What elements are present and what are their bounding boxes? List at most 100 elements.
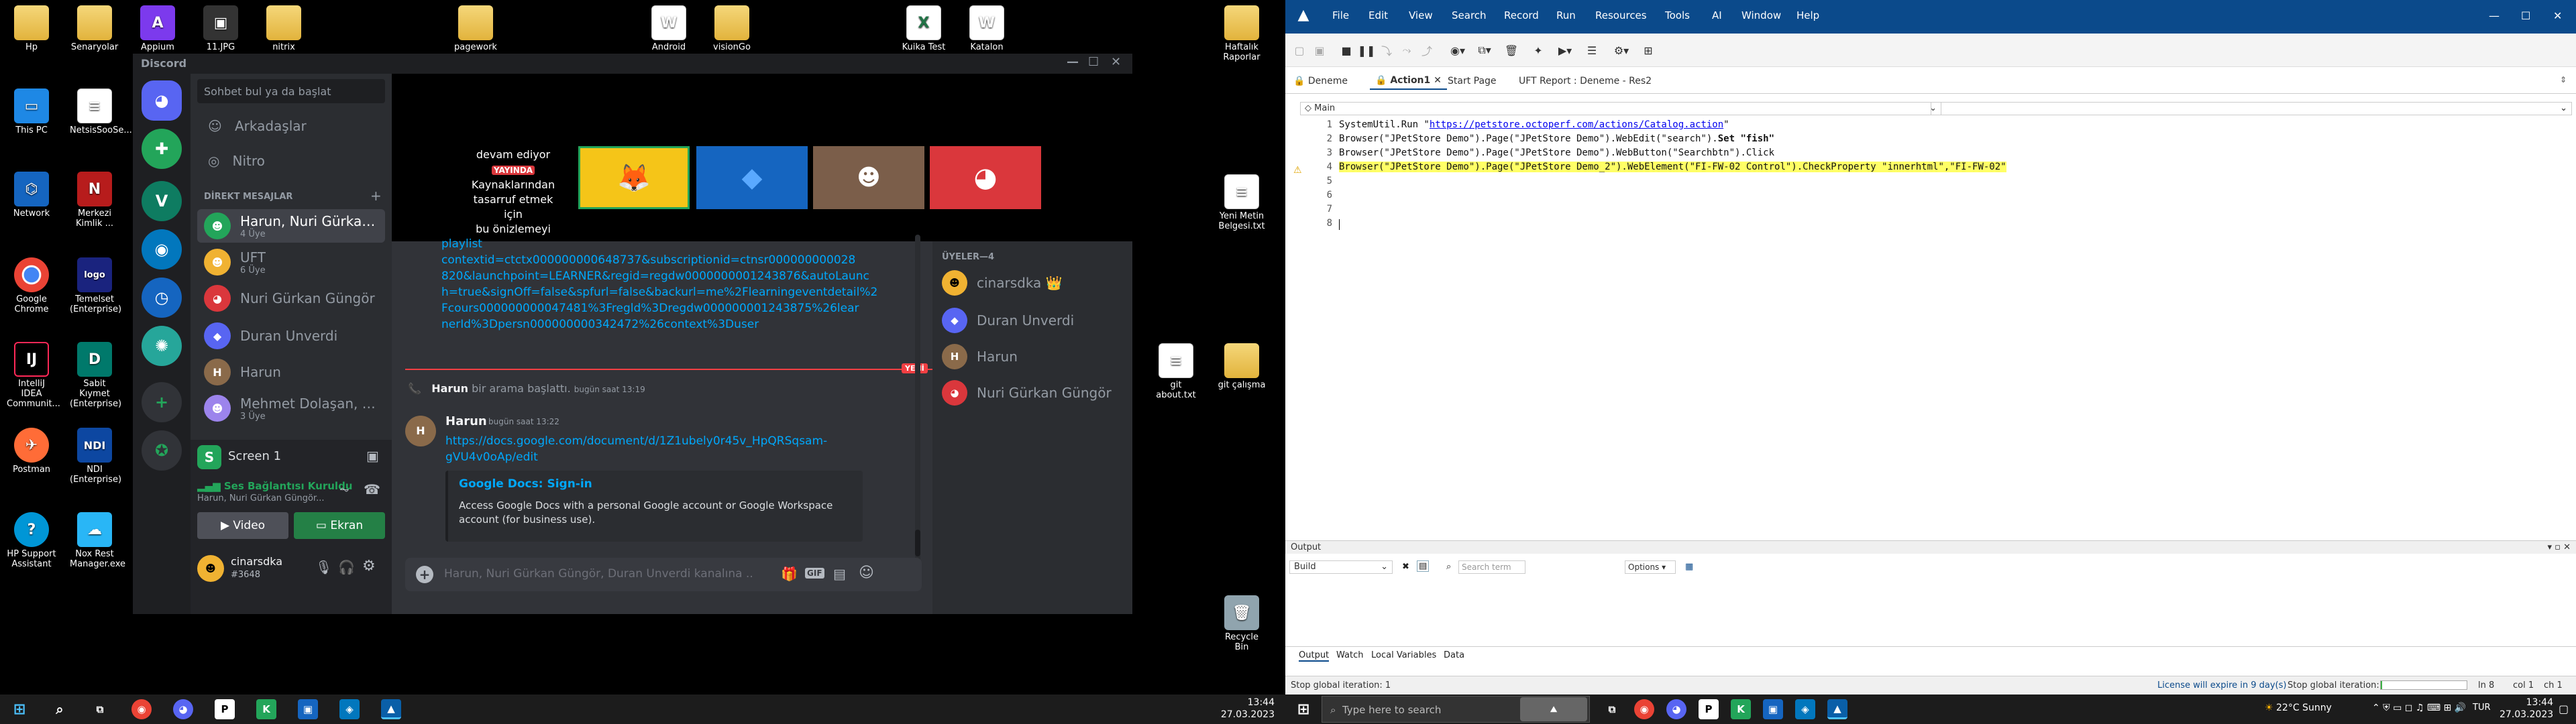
message-input[interactable]: Harun, Nuri Gürkan Güngör, Duran Unverdi… bbox=[444, 567, 753, 581]
language-indicator[interactable]: TUR bbox=[2473, 703, 2491, 713]
desktop-icon-ndi[interactable]: NDI NDI (Enterprise) bbox=[70, 428, 121, 485]
tab-action1[interactable]: 🔒 Action1 ✕ bbox=[1370, 72, 1447, 90]
gift-icon[interactable]: 🎁 bbox=[781, 566, 798, 582]
delete-icon[interactable]: 🗑 bbox=[1504, 43, 1519, 58]
list-icon[interactable]: ☰ bbox=[1585, 43, 1599, 58]
k-app-icon[interactable]: K bbox=[256, 699, 276, 719]
tab-data[interactable]: Data bbox=[1444, 650, 1464, 660]
server-icon-clock[interactable]: ◷ bbox=[142, 278, 182, 318]
maximize-icon[interactable]: ☐ bbox=[1088, 55, 1099, 69]
video-button[interactable]: ▶ Video bbox=[197, 512, 288, 539]
license-warning[interactable]: License will expire in 9 day(s) bbox=[2157, 680, 2286, 690]
procedure-select[interactable]: ⌄ bbox=[1931, 102, 2572, 115]
minimize-icon[interactable]: — bbox=[2489, 9, 2500, 22]
stop-stream-icon[interactable]: ▣ bbox=[366, 448, 379, 464]
desktop-icon-appium[interactable]: A Appium bbox=[133, 5, 182, 52]
remote-app-icon[interactable]: ◈ bbox=[339, 699, 360, 719]
stream-tile-2[interactable]: ◆ bbox=[696, 146, 808, 209]
tab-uft-report[interactable]: UFT Report : Deneme - Res2 bbox=[1513, 72, 1657, 90]
nitro-nav[interactable]: ◎ Nitro bbox=[208, 153, 265, 169]
server-icon-v[interactable]: V bbox=[142, 181, 182, 221]
message-url[interactable]: https://docs.google.com/document/d/1Z1ub… bbox=[445, 433, 827, 465]
tab-deneme[interactable]: 🔒 Deneme bbox=[1288, 72, 1353, 90]
member-item[interactable]: ☻ cinarsdka 👑 bbox=[942, 268, 1063, 298]
p-app-icon[interactable]: P bbox=[1699, 699, 1719, 719]
weather[interactable]: ☀ 22°C Sunny bbox=[2265, 703, 2332, 713]
search-icon[interactable]: ⌕ bbox=[50, 699, 70, 719]
desktop-icon-katalon[interactable]: W Katalon bbox=[962, 5, 1012, 59]
task-view-icon[interactable]: ⧉ bbox=[90, 699, 110, 719]
sticker-icon[interactable]: ▤ bbox=[833, 566, 846, 582]
run-options-icon[interactable]: ▶▾ bbox=[1558, 43, 1572, 58]
search-icon[interactable]: ⌕ bbox=[1446, 562, 1451, 572]
desktop-icon-temelset[interactable]: logo Temelset (Enterprise) bbox=[70, 257, 121, 314]
window-app-icon[interactable]: ▣ bbox=[298, 699, 318, 719]
output-search-input[interactable]: Search term bbox=[1458, 560, 1525, 574]
start-icon[interactable]: ⊞ bbox=[1293, 699, 1313, 719]
code-line-4[interactable]: Browser("JPetStore Demo").Page("JPetStor… bbox=[1339, 162, 2006, 172]
code-editor[interactable]: ⚠ 1 2 3 4 5 6 7 8 SystemUtil.Run "https:… bbox=[1285, 117, 2576, 512]
add-dm-icon[interactable]: + bbox=[370, 188, 382, 204]
desktop-icon-recycle-bin[interactable]: 🗑 Recycle Bin bbox=[1217, 595, 1267, 652]
dm-item[interactable]: ☻ UFT 6 Üye bbox=[197, 245, 385, 279]
options-dropdown[interactable]: Options ▾ bbox=[1625, 560, 1676, 574]
clock-left[interactable]: 13:44 27.03.2023 bbox=[1216, 697, 1275, 721]
server-icon-teal[interactable]: ✺ bbox=[142, 326, 182, 366]
headphones-icon[interactable]: 🎧 bbox=[338, 559, 355, 575]
message-author[interactable]: Harun bbox=[445, 414, 487, 428]
desktop-icon-yeni-metin[interactable]: ≡ Yeni Metin Belgesi.txt bbox=[1217, 174, 1267, 231]
desktop-icon-nitrix[interactable]: nitrix bbox=[259, 5, 309, 52]
tab-watch[interactable]: Watch bbox=[1336, 650, 1363, 660]
maximize-icon[interactable]: ☐ bbox=[2521, 9, 2530, 22]
stream-tile-3[interactable]: ☻ bbox=[813, 146, 924, 209]
save-icon[interactable]: ▣ bbox=[1312, 43, 1327, 58]
panel-controls-icon[interactable]: ▾ ▫ ✕ bbox=[2548, 542, 2571, 552]
dm-item[interactable]: ☻Harun, Nuri Gürkan G...4 Üye bbox=[197, 209, 385, 243]
friends-nav[interactable]: ☺ Arkadaşlar bbox=[208, 118, 307, 134]
server-icon-green[interactable]: ✚ bbox=[142, 129, 182, 169]
menu-tools[interactable]: Tools bbox=[1665, 9, 1690, 21]
menu-window[interactable]: Window bbox=[1741, 9, 1781, 21]
desktop-icon-network[interactable]: ⌬ Network bbox=[7, 172, 56, 219]
menu-ai[interactable]: AI bbox=[1712, 9, 1722, 21]
tab-output[interactable]: Output bbox=[1299, 650, 1330, 662]
step-over-icon[interactable]: ⤳ bbox=[1399, 43, 1414, 58]
embed-title[interactable]: Google Docs: Sign-in bbox=[459, 477, 592, 491]
spy-icon[interactable]: ✦ bbox=[1531, 43, 1546, 58]
desktop-icon-kuika[interactable]: X Kuika Test bbox=[899, 5, 949, 59]
dm-item[interactable]: H Harun bbox=[197, 355, 385, 389]
microphone-icon[interactable]: 🎙 bbox=[315, 559, 332, 575]
desktop-icon-netsis[interactable]: ≡ NetsisSooSe... bbox=[70, 88, 132, 135]
menu-search[interactable]: Search bbox=[1452, 9, 1487, 21]
calendar-icon[interactable]: ▦ bbox=[1685, 562, 1693, 572]
tray-icons[interactable]: ⌃ ⛨ ▭ ◻ ♫ ⌨ ⊞ 🔊 bbox=[2372, 703, 2466, 713]
desktop-icon-hp-support[interactable]: ? HP Support Assistant bbox=[7, 512, 56, 569]
emoji-icon[interactable]: ☺ bbox=[859, 564, 874, 581]
notifications-icon[interactable]: ▢ bbox=[2559, 703, 2569, 715]
p-app-icon[interactable]: P bbox=[215, 699, 235, 719]
author-avatar[interactable]: H bbox=[405, 416, 436, 446]
dm-item[interactable]: ◆ Duran Unverdi bbox=[197, 319, 385, 353]
menu-file[interactable]: File bbox=[1332, 9, 1349, 21]
explore-icon[interactable]: ✪ bbox=[142, 430, 182, 471]
close-tab-icon[interactable]: ✕ bbox=[1434, 75, 1442, 86]
desktop-icon-git-calisma[interactable]: git çalışma bbox=[1217, 343, 1267, 390]
search-input[interactable]: Sohbet bul ya da başlat bbox=[197, 79, 385, 103]
menu-resources[interactable]: Resources bbox=[1595, 9, 1647, 21]
chrome-icon[interactable]: ◉ bbox=[1634, 699, 1654, 719]
discord-taskbar-icon[interactable]: ◕ bbox=[1666, 699, 1686, 719]
desktop-icon-jpg[interactable]: ▣ 11.JPG bbox=[196, 5, 246, 52]
discord-taskbar-icon[interactable]: ◕ bbox=[173, 699, 193, 719]
desktop-icon-chrome[interactable]: Google Chrome bbox=[7, 257, 56, 314]
discord-home-icon[interactable]: ◕ bbox=[142, 80, 182, 121]
record-options-icon[interactable]: ⧉▾ bbox=[1477, 43, 1492, 58]
desktop-icon-merkezi[interactable]: N Merkezi Kimlik ... bbox=[70, 172, 119, 229]
code-line-2[interactable]: Browser("JPetStore Demo").Page("JPetStor… bbox=[1339, 133, 1774, 144]
remote-app-icon[interactable]: ◈ bbox=[1795, 699, 1815, 719]
desktop-icon-senaryolar[interactable]: Senaryolar bbox=[70, 5, 119, 52]
desktop-icon-pagework[interactable]: pagework bbox=[451, 5, 500, 59]
desktop-icon-sabit[interactable]: D Sabit Kıymet (Enterprise) bbox=[70, 342, 121, 409]
close-icon[interactable]: ✕ bbox=[1111, 55, 1121, 69]
code-line-1[interactable]: SystemUtil.Run "https://petstore.octoper… bbox=[1339, 119, 1729, 130]
tab-menu-icon[interactable]: ⇕ bbox=[2560, 75, 2567, 84]
